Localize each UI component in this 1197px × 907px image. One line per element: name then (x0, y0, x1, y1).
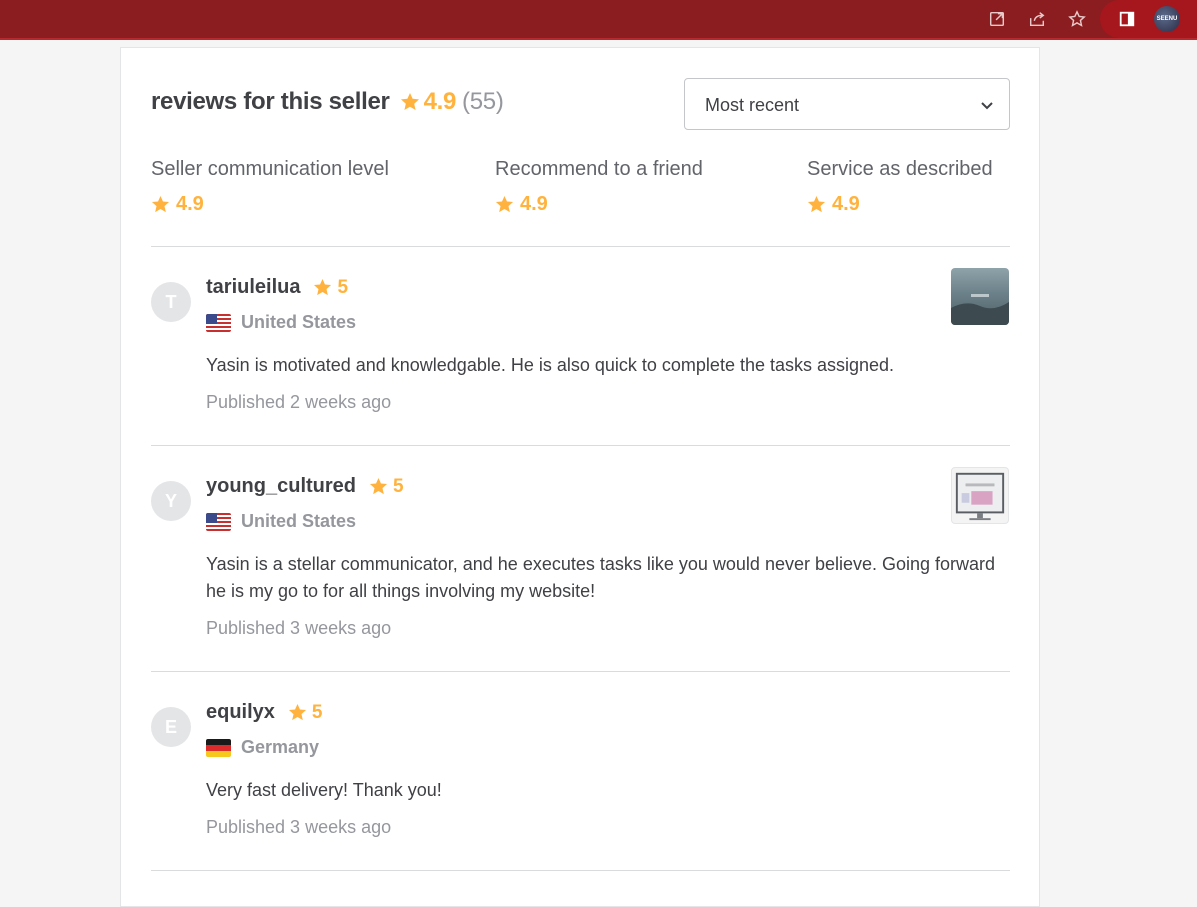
published-date: Published 3 weeks ago (206, 618, 392, 638)
star-icon (151, 195, 170, 213)
review-item: Y young_cultured 5 United States Yasin i… (151, 467, 1010, 667)
review-rating: 5 (311, 701, 323, 723)
reviewer-username[interactable]: tariuleilua (206, 276, 300, 299)
us-flag-icon (206, 512, 231, 531)
review-text: Yasin is a stellar communicator, and he … (206, 554, 996, 601)
published-date: Published 3 weeks ago (206, 817, 392, 837)
review-text: Yasin is motivated and knowledgable. He … (206, 355, 895, 375)
breakdown-communication: Seller communication level 4.9 (151, 158, 389, 216)
breakdown-label: Recommend to a friend (495, 158, 703, 180)
breakdown-recommend: Recommend to a friend 4.9 (495, 158, 703, 216)
avatar[interactable]: E (151, 707, 191, 747)
published-date: Published 2 weeks ago (206, 392, 392, 412)
review-item: E equilyx 5 Germany Very fast delivery! … (151, 693, 1010, 873)
review-rating: 5 (393, 475, 404, 497)
divider (151, 445, 1010, 446)
overall-rating: 4.9 (423, 88, 457, 115)
reviewer-country: United States (241, 312, 357, 332)
share-icon[interactable] (1026, 8, 1048, 30)
reviewer-country: United States (241, 511, 357, 531)
breakdown-service: Service as described 4.9 (807, 158, 993, 216)
breakdown-value: 4.9 (520, 193, 548, 215)
us-flag-icon (206, 313, 231, 332)
divider (151, 870, 1010, 871)
reviewer-username[interactable]: young_cultured (206, 475, 356, 498)
sort-selected-value: Most recent (705, 95, 800, 115)
star-icon (807, 195, 826, 213)
star-icon (288, 703, 306, 721)
reviews-card: reviews for this seller 4.9 (55) Most re… (120, 47, 1040, 907)
review-text: Very fast delivery! Thank you! (206, 780, 442, 800)
sidebar-panel-icon[interactable] (1116, 8, 1138, 30)
review-attachment-thumbnail[interactable] (951, 467, 1009, 524)
sort-dropdown[interactable]: Most recent (684, 78, 1010, 130)
bookmark-star-icon[interactable] (1066, 8, 1088, 30)
reviewer-username[interactable]: equilyx (206, 701, 275, 724)
reviews-header: reviews for this seller 4.9 (55) (151, 88, 504, 116)
browser-toolbar: SEENU (0, 0, 1197, 40)
chevron-down-icon (981, 102, 993, 110)
divider (151, 246, 1010, 247)
open-external-icon[interactable] (986, 8, 1008, 30)
review-count: (55) (462, 88, 504, 115)
breakdown-label: Seller communication level (151, 158, 389, 180)
avatar[interactable]: Y (151, 481, 191, 521)
star-icon (495, 195, 514, 213)
germany-flag-icon (206, 738, 231, 757)
breakdown-value: 4.9 (176, 193, 204, 215)
breakdown-value: 4.9 (832, 193, 860, 215)
profile-avatar[interactable]: SEENU (1154, 6, 1180, 32)
star-icon (314, 278, 332, 296)
breakdown-label: Service as described (807, 158, 993, 180)
reviewer-country: Germany (241, 737, 320, 757)
star-icon (400, 93, 419, 110)
review-rating: 5 (337, 276, 349, 298)
profile-area (1100, 0, 1197, 38)
review-attachment-thumbnail[interactable] (951, 268, 1009, 325)
divider (151, 671, 1010, 672)
star-icon (369, 477, 388, 495)
review-item: T tariuleilua 5 United States Yasin is m… (151, 268, 1010, 448)
avatar[interactable]: T (151, 282, 191, 322)
reviews-title: reviews for this seller (151, 88, 390, 115)
